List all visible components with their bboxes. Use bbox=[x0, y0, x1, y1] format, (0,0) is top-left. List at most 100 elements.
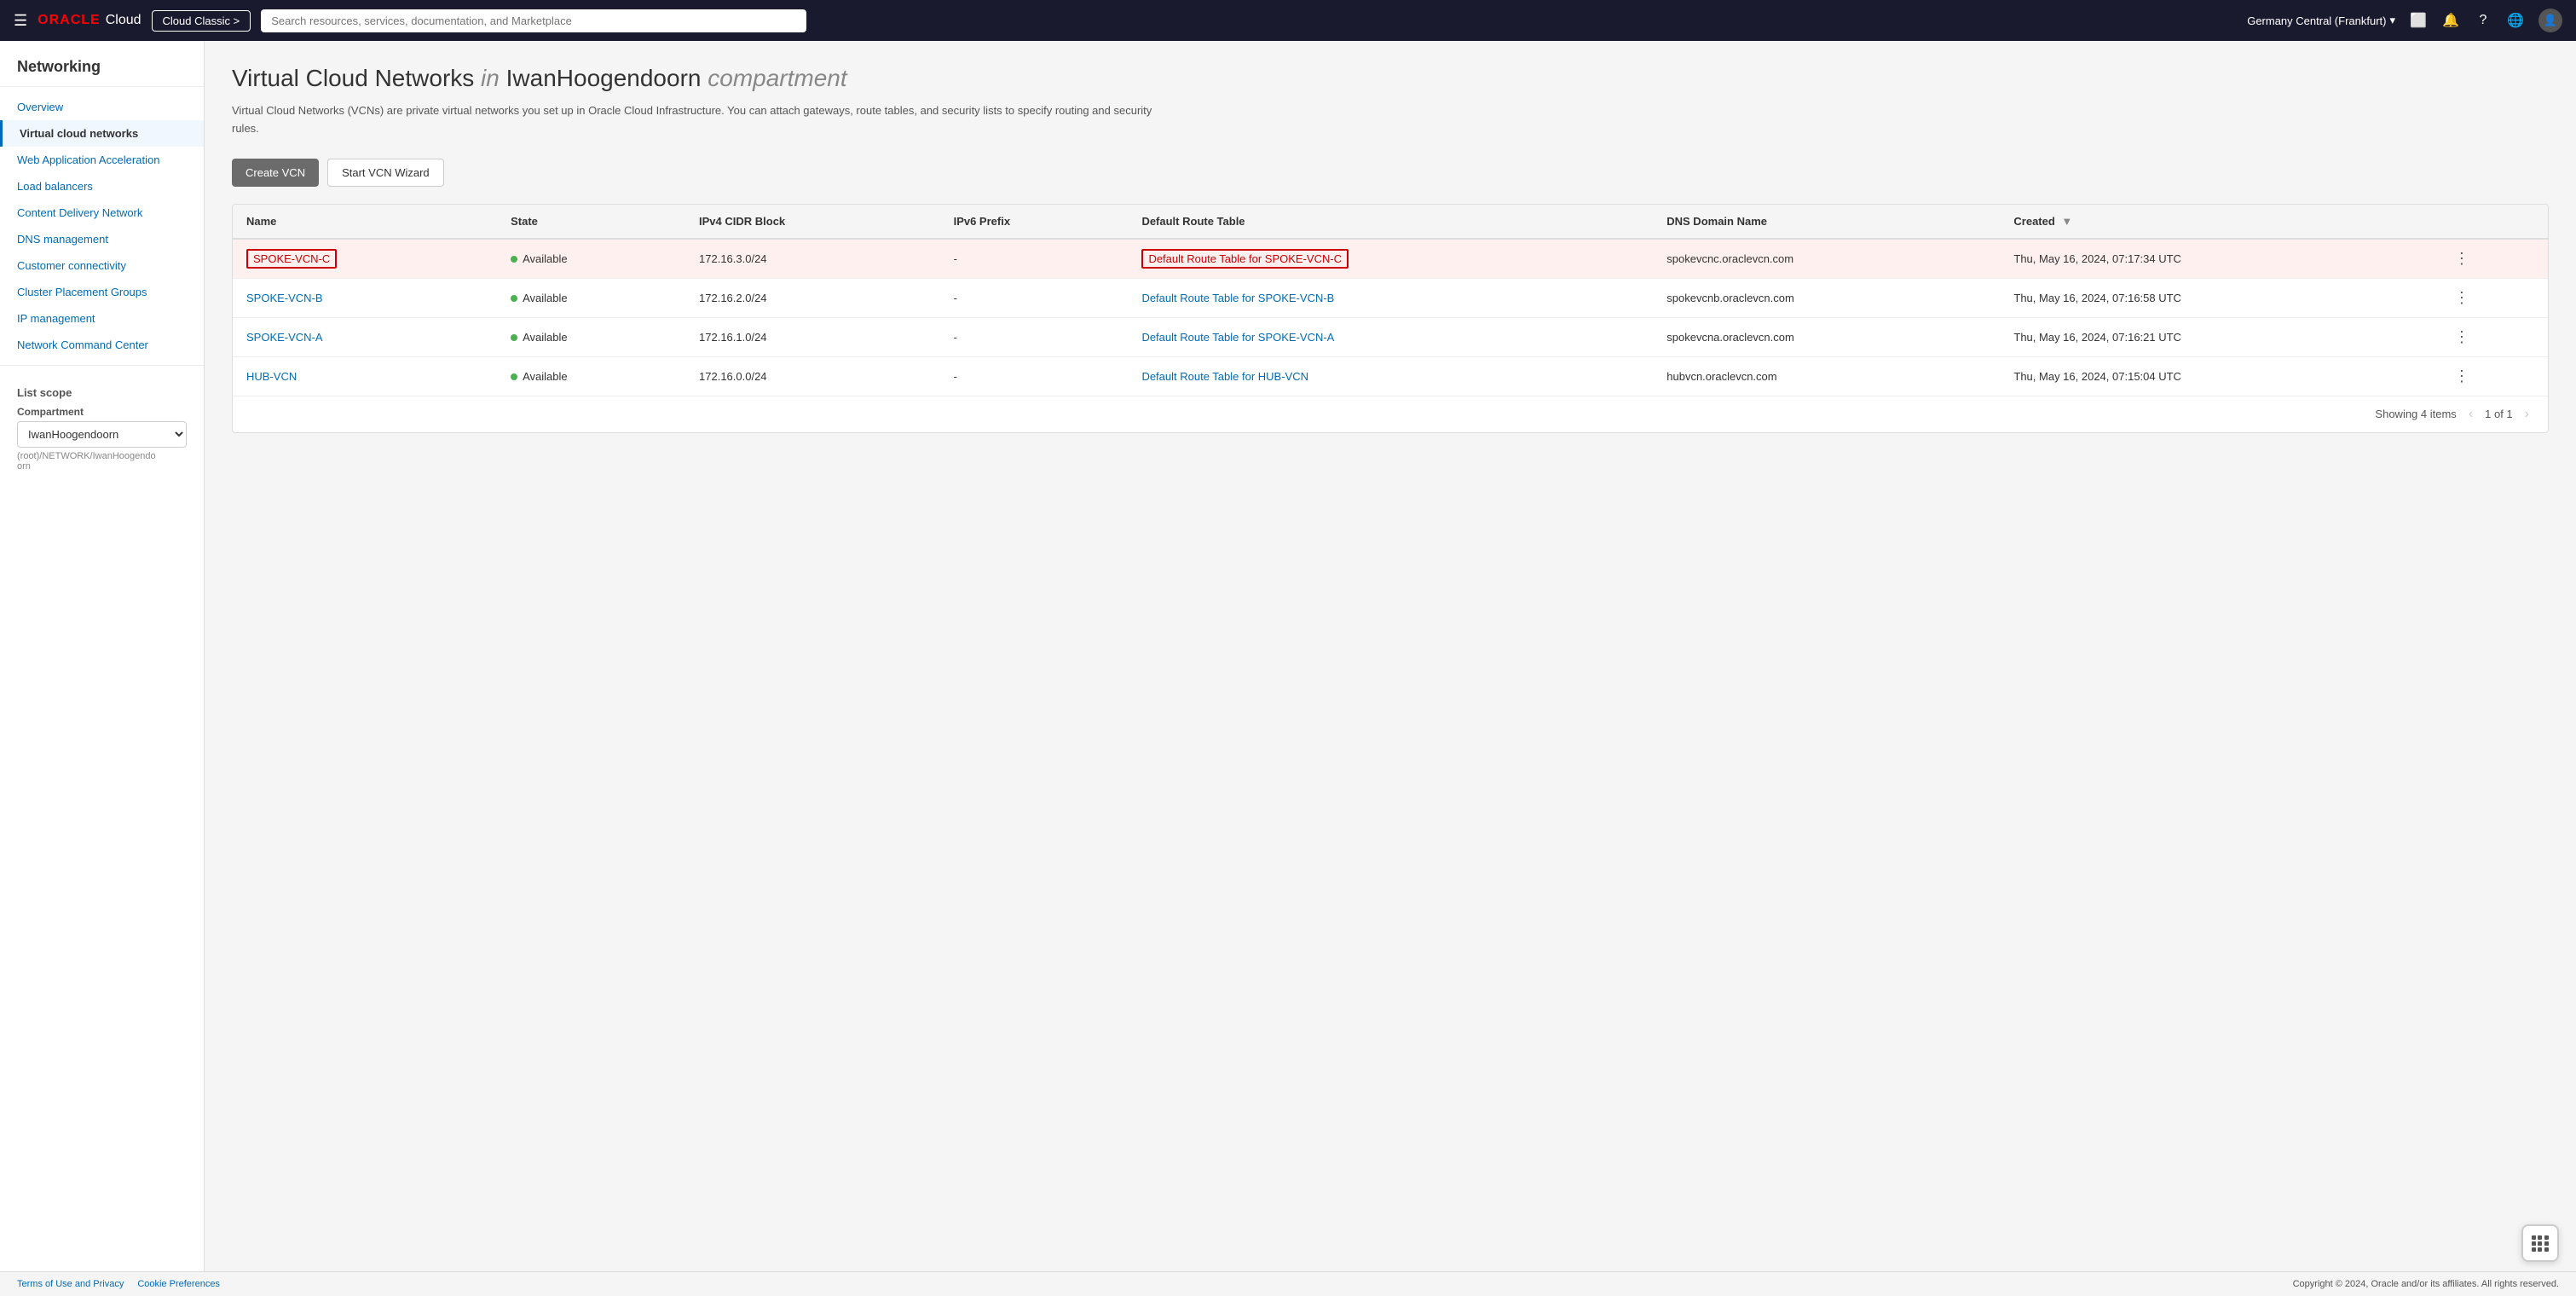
cell-ipv4: 172.16.2.0/24 bbox=[685, 278, 940, 317]
create-vcn-button[interactable]: Create VCN bbox=[232, 159, 319, 187]
page-title-compartment-italic: compartment bbox=[708, 65, 846, 91]
status-dot bbox=[511, 295, 517, 302]
cell-actions: ⋮ bbox=[2437, 317, 2548, 356]
page-title: Virtual Cloud Networks in IwanHoogendoor… bbox=[232, 65, 2549, 92]
vcn-name-link[interactable]: HUB-VCN bbox=[246, 370, 297, 383]
cell-actions: ⋮ bbox=[2437, 278, 2548, 317]
help-grid-icon bbox=[2532, 1235, 2549, 1252]
cell-ipv6: - bbox=[940, 317, 1129, 356]
cell-dns: hubvcn.oraclevcn.com bbox=[1653, 356, 2000, 396]
sidebar-item-content-delivery-network[interactable]: Content Delivery Network bbox=[0, 200, 204, 226]
col-header-created[interactable]: Created ▼ bbox=[2000, 205, 2437, 239]
footer-copyright: Copyright © 2024, Oracle and/or its affi… bbox=[2293, 1279, 2559, 1289]
cell-ipv4: 172.16.3.0/24 bbox=[685, 239, 940, 279]
help-icon[interactable]: ? bbox=[2474, 11, 2492, 30]
cell-name: HUB-VCN bbox=[233, 356, 497, 396]
compartment-label: Compartment bbox=[17, 406, 187, 418]
sidebar-item-overview[interactable]: Overview bbox=[0, 94, 204, 120]
table-footer: Showing 4 items ‹ 1 of 1 › bbox=[233, 396, 2548, 432]
action-bar: Create VCN Start VCN Wizard bbox=[232, 159, 2549, 187]
page-title-in: in bbox=[481, 65, 506, 91]
hamburger-menu[interactable]: ☰ bbox=[14, 12, 27, 30]
oracle-text: ORACLE bbox=[38, 13, 101, 28]
cell-state: Available bbox=[497, 239, 685, 279]
cloud-classic-button[interactable]: Cloud Classic > bbox=[152, 10, 251, 32]
sidebar-item-load-balancers[interactable]: Load balancers bbox=[0, 173, 204, 200]
sidebar-title: Networking bbox=[0, 58, 204, 87]
search-input[interactable] bbox=[261, 9, 806, 32]
cell-actions: ⋮ bbox=[2437, 239, 2548, 279]
cell-route-table: Default Route Table for SPOKE-VCN-B bbox=[1128, 278, 1653, 317]
layout: Networking Overview Virtual cloud networ… bbox=[0, 41, 2576, 1296]
cookie-preferences-link[interactable]: Cookie Preferences bbox=[137, 1279, 220, 1289]
sidebar-item-ip-management[interactable]: IP management bbox=[0, 305, 204, 332]
sort-icon: ▼ bbox=[2061, 215, 2072, 228]
col-header-ipv4: IPv4 CIDR Block bbox=[685, 205, 940, 239]
table-row: SPOKE-VCN-A Available 172.16.1.0/24 - De… bbox=[233, 317, 2548, 356]
vcn-name-link[interactable]: SPOKE-VCN-A bbox=[246, 331, 323, 344]
row-actions-menu[interactable]: ⋮ bbox=[2451, 250, 2473, 267]
sidebar-item-web-application-acceleration[interactable]: Web Application Acceleration bbox=[0, 147, 204, 173]
oracle-logo: ORACLE Cloud bbox=[38, 13, 141, 28]
list-scope-section: List scope Compartment IwanHoogendoorn (… bbox=[0, 373, 204, 478]
route-table-link[interactable]: Default Route Table for SPOKE-VCN-A bbox=[1141, 331, 1334, 344]
route-table-link[interactable]: Default Route Table for SPOKE-VCN-C bbox=[1141, 249, 1349, 269]
avatar[interactable]: 👤 bbox=[2538, 9, 2562, 32]
vcn-table: Name State IPv4 CIDR Block IPv6 Prefix D… bbox=[233, 205, 2548, 396]
main-content: Virtual Cloud Networks in IwanHoogendoor… bbox=[205, 41, 2576, 1296]
table-body: SPOKE-VCN-C Available 172.16.3.0/24 - De… bbox=[233, 239, 2548, 396]
start-vcn-wizard-button[interactable]: Start VCN Wizard bbox=[327, 159, 444, 187]
row-actions-menu[interactable]: ⋮ bbox=[2451, 289, 2473, 306]
cell-created: Thu, May 16, 2024, 07:16:58 UTC bbox=[2000, 278, 2437, 317]
sidebar-nav: Overview Virtual cloud networks Web Appl… bbox=[0, 94, 204, 358]
table-row: SPOKE-VCN-B Available 172.16.2.0/24 - De… bbox=[233, 278, 2548, 317]
cell-ipv4: 172.16.0.0/24 bbox=[685, 356, 940, 396]
sidebar-item-cluster-placement-groups[interactable]: Cluster Placement Groups bbox=[0, 279, 204, 305]
cell-ipv6: - bbox=[940, 278, 1129, 317]
help-widget[interactable] bbox=[2521, 1224, 2559, 1262]
terms-link[interactable]: Terms of Use and Privacy bbox=[17, 1279, 124, 1289]
vcn-name-link[interactable]: SPOKE-VCN-C bbox=[246, 249, 337, 269]
status-dot bbox=[511, 334, 517, 341]
col-header-route-table: Default Route Table bbox=[1128, 205, 1653, 239]
cell-name: SPOKE-VCN-A bbox=[233, 317, 497, 356]
sidebar-item-network-command-center[interactable]: Network Command Center bbox=[0, 332, 204, 358]
cell-actions: ⋮ bbox=[2437, 356, 2548, 396]
sidebar-item-customer-connectivity[interactable]: Customer connectivity bbox=[0, 252, 204, 279]
row-actions-menu[interactable]: ⋮ bbox=[2451, 367, 2473, 385]
col-header-dns: DNS Domain Name bbox=[1653, 205, 2000, 239]
cell-name: SPOKE-VCN-B bbox=[233, 278, 497, 317]
sidebar-item-dns-management[interactable]: DNS management bbox=[0, 226, 204, 252]
compartment-select[interactable]: IwanHoogendoorn bbox=[17, 421, 187, 448]
cell-state: Available bbox=[497, 317, 685, 356]
showing-items-text: Showing 4 items bbox=[2375, 408, 2456, 420]
route-table-link[interactable]: Default Route Table for HUB-VCN bbox=[1141, 370, 1308, 383]
row-actions-menu[interactable]: ⋮ bbox=[2451, 328, 2473, 345]
compartment-path: (root)/NETWORK/IwanHoogendoorn bbox=[17, 451, 187, 472]
cell-ipv4: 172.16.1.0/24 bbox=[685, 317, 940, 356]
page-info: 1 of 1 bbox=[2485, 408, 2513, 420]
next-page-button[interactable]: › bbox=[2520, 405, 2534, 424]
cell-created: Thu, May 16, 2024, 07:16:21 UTC bbox=[2000, 317, 2437, 356]
list-scope-title: List scope bbox=[17, 386, 187, 399]
region-label: Germany Central (Frankfurt) bbox=[2247, 14, 2386, 27]
prev-page-button[interactable]: ‹ bbox=[2463, 405, 2478, 424]
cell-dns: spokevcnc.oraclevcn.com bbox=[1653, 239, 2000, 279]
region-selector[interactable]: Germany Central (Frankfurt) ▾ bbox=[2247, 14, 2395, 27]
route-table-link[interactable]: Default Route Table for SPOKE-VCN-B bbox=[1141, 292, 1334, 304]
cell-route-table: Default Route Table for SPOKE-VCN-C bbox=[1128, 239, 1653, 279]
cell-ipv6: - bbox=[940, 239, 1129, 279]
bell-icon[interactable]: 🔔 bbox=[2441, 11, 2460, 30]
col-header-name: Name bbox=[233, 205, 497, 239]
page-title-compartment: IwanHoogendoorn bbox=[506, 65, 708, 91]
monitor-icon[interactable]: ⬜ bbox=[2409, 11, 2428, 30]
cell-state: Available bbox=[497, 278, 685, 317]
table-header: Name State IPv4 CIDR Block IPv6 Prefix D… bbox=[233, 205, 2548, 239]
vcn-name-link[interactable]: SPOKE-VCN-B bbox=[246, 292, 323, 304]
sidebar: Networking Overview Virtual cloud networ… bbox=[0, 41, 205, 1296]
table-row: HUB-VCN Available 172.16.0.0/24 - Defaul… bbox=[233, 356, 2548, 396]
sidebar-item-virtual-cloud-networks[interactable]: Virtual cloud networks bbox=[0, 120, 204, 147]
cell-ipv6: - bbox=[940, 356, 1129, 396]
globe-icon[interactable]: 🌐 bbox=[2506, 11, 2525, 30]
table-row: SPOKE-VCN-C Available 172.16.3.0/24 - De… bbox=[233, 239, 2548, 279]
